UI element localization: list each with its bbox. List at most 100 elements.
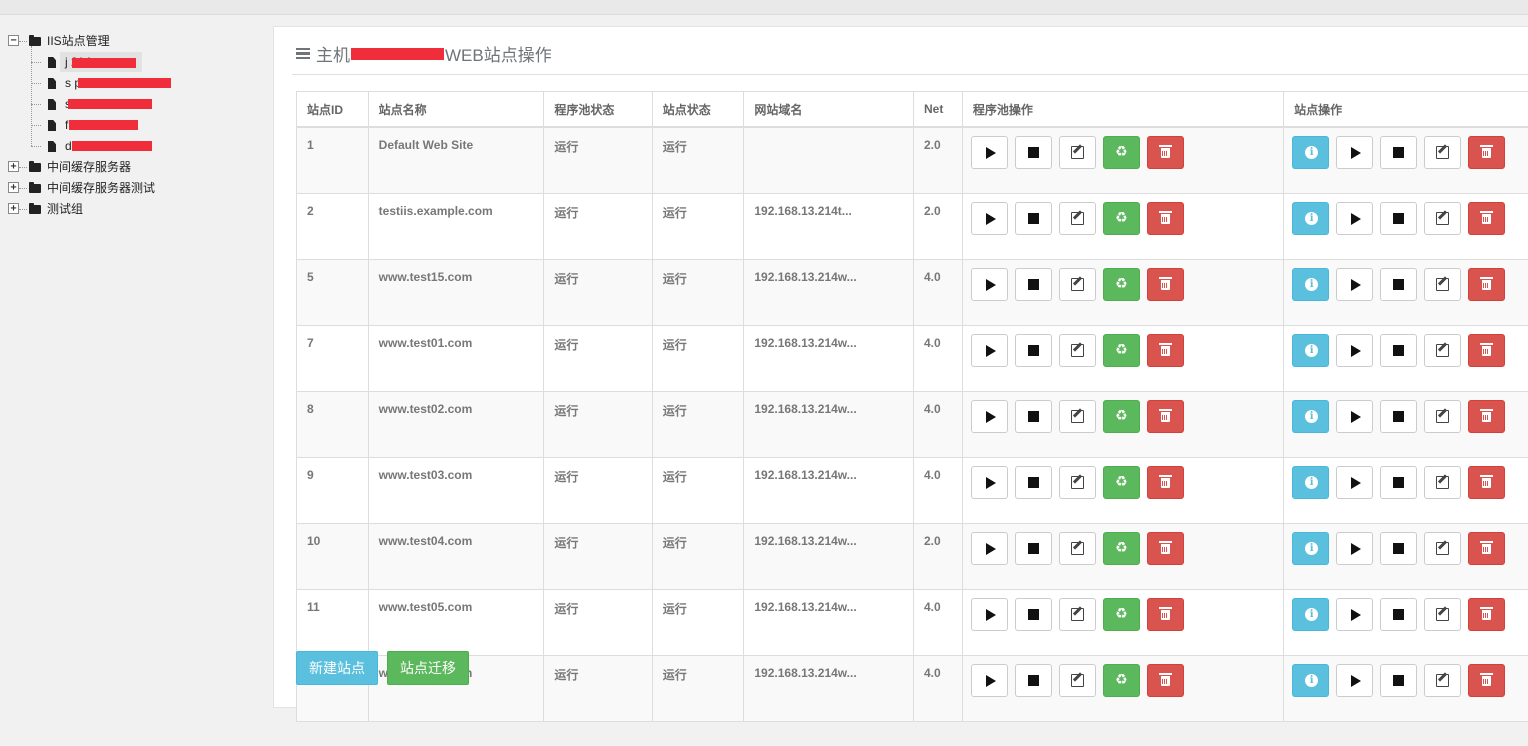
migrate-site-button[interactable]: 站点迁移 bbox=[387, 651, 469, 685]
pool-stop-button[interactable] bbox=[1014, 664, 1052, 697]
pool-start-button[interactable] bbox=[970, 334, 1008, 367]
site-stop-button[interactable] bbox=[1380, 202, 1418, 235]
site-start-button[interactable] bbox=[1336, 202, 1374, 235]
pool-edit-button[interactable] bbox=[1058, 400, 1096, 433]
site-start-button[interactable] bbox=[1336, 664, 1374, 697]
site-delete-button[interactable] bbox=[1468, 400, 1506, 433]
site-info-button[interactable]: i bbox=[1292, 664, 1330, 697]
tree-item-site[interactable]: f bbox=[65, 115, 68, 135]
site-stop-button[interactable] bbox=[1380, 466, 1418, 499]
pool-delete-button[interactable] bbox=[1146, 532, 1184, 565]
pool-delete-button[interactable] bbox=[1146, 466, 1184, 499]
pool-stop-button[interactable] bbox=[1014, 202, 1052, 235]
site-start-button[interactable] bbox=[1336, 598, 1374, 631]
pool-delete-button[interactable] bbox=[1146, 598, 1184, 631]
tree-group-label[interactable]: 中间缓存服务器 bbox=[47, 157, 131, 177]
site-stop-button[interactable] bbox=[1380, 598, 1418, 631]
pool-start-button[interactable] bbox=[970, 136, 1008, 169]
pool-start-button[interactable] bbox=[970, 268, 1008, 301]
site-start-button[interactable] bbox=[1336, 466, 1374, 499]
pool-recycle-pool-button[interactable]: ♻ bbox=[1102, 598, 1140, 631]
pool-edit-button[interactable] bbox=[1058, 598, 1096, 631]
pool-stop-button[interactable] bbox=[1014, 136, 1052, 169]
site-delete-button[interactable] bbox=[1468, 466, 1506, 499]
pool-recycle-pool-button[interactable]: ♻ bbox=[1102, 664, 1140, 697]
site-start-button[interactable] bbox=[1336, 268, 1374, 301]
pool-stop-button[interactable] bbox=[1014, 268, 1052, 301]
site-edit-button[interactable] bbox=[1424, 532, 1462, 565]
expand-toggle[interactable]: + bbox=[8, 203, 19, 214]
site-info-button[interactable]: i bbox=[1292, 532, 1330, 565]
pool-start-button[interactable] bbox=[970, 664, 1008, 697]
site-edit-button[interactable] bbox=[1424, 466, 1462, 499]
pool-start-button[interactable] bbox=[970, 598, 1008, 631]
site-info-button[interactable]: i bbox=[1292, 334, 1330, 367]
site-start-button[interactable] bbox=[1336, 532, 1374, 565]
pool-stop-button[interactable] bbox=[1014, 400, 1052, 433]
site-info-button[interactable]: i bbox=[1292, 400, 1330, 433]
pool-delete-button[interactable] bbox=[1146, 202, 1184, 235]
pool-edit-button[interactable] bbox=[1058, 202, 1096, 235]
pool-edit-button[interactable] bbox=[1058, 334, 1096, 367]
site-delete-button[interactable] bbox=[1468, 202, 1506, 235]
site-delete-button[interactable] bbox=[1468, 268, 1506, 301]
pool-edit-button[interactable] bbox=[1058, 268, 1096, 301]
expand-toggle[interactable]: + bbox=[8, 182, 19, 193]
pool-recycle-pool-button[interactable]: ♻ bbox=[1102, 202, 1140, 235]
tree-group-label[interactable]: 中间缓存服务器测试 bbox=[47, 178, 155, 198]
site-start-button[interactable] bbox=[1336, 136, 1374, 169]
site-info-button[interactable]: i bbox=[1292, 268, 1330, 301]
site-delete-button[interactable] bbox=[1468, 598, 1506, 631]
site-info-button[interactable]: i bbox=[1292, 136, 1330, 169]
site-stop-button[interactable] bbox=[1380, 400, 1418, 433]
pool-edit-button[interactable] bbox=[1058, 136, 1096, 169]
pool-start-button[interactable] bbox=[970, 532, 1008, 565]
pool-delete-button[interactable] bbox=[1146, 268, 1184, 301]
pool-recycle-pool-button[interactable]: ♻ bbox=[1102, 136, 1140, 169]
pool-start-button[interactable] bbox=[970, 400, 1008, 433]
site-edit-button[interactable] bbox=[1424, 202, 1462, 235]
pool-stop-button[interactable] bbox=[1014, 598, 1052, 631]
site-edit-button[interactable] bbox=[1424, 136, 1462, 169]
site-edit-button[interactable] bbox=[1424, 334, 1462, 367]
site-stop-button[interactable] bbox=[1380, 268, 1418, 301]
tree-group-label[interactable]: 测试组 bbox=[47, 199, 83, 219]
site-start-button[interactable] bbox=[1336, 400, 1374, 433]
pool-delete-button[interactable] bbox=[1146, 136, 1184, 169]
site-edit-button[interactable] bbox=[1424, 664, 1462, 697]
pool-recycle-pool-button[interactable]: ♻ bbox=[1102, 400, 1140, 433]
site-stop-button[interactable] bbox=[1380, 136, 1418, 169]
pool-stop-button[interactable] bbox=[1014, 532, 1052, 565]
site-delete-button[interactable] bbox=[1468, 664, 1506, 697]
pool-recycle-pool-button[interactable]: ♻ bbox=[1102, 334, 1140, 367]
site-edit-button[interactable] bbox=[1424, 268, 1462, 301]
site-delete-button[interactable] bbox=[1468, 334, 1506, 367]
pool-start-button[interactable] bbox=[970, 466, 1008, 499]
pool-start-button[interactable] bbox=[970, 202, 1008, 235]
expand-toggle[interactable]: + bbox=[8, 161, 19, 172]
site-delete-button[interactable] bbox=[1468, 532, 1506, 565]
collapse-toggle[interactable]: − bbox=[8, 35, 19, 46]
pool-delete-button[interactable] bbox=[1146, 334, 1184, 367]
pool-delete-button[interactable] bbox=[1146, 664, 1184, 697]
pool-edit-button[interactable] bbox=[1058, 466, 1096, 499]
site-stop-button[interactable] bbox=[1380, 532, 1418, 565]
pool-edit-button[interactable] bbox=[1058, 532, 1096, 565]
pool-recycle-pool-button[interactable]: ♻ bbox=[1102, 268, 1140, 301]
pool-stop-button[interactable] bbox=[1014, 466, 1052, 499]
site-edit-button[interactable] bbox=[1424, 400, 1462, 433]
pool-recycle-pool-button[interactable]: ♻ bbox=[1102, 532, 1140, 565]
site-info-button[interactable]: i bbox=[1292, 202, 1330, 235]
pool-delete-button[interactable] bbox=[1146, 400, 1184, 433]
pool-recycle-pool-button[interactable]: ♻ bbox=[1102, 466, 1140, 499]
site-start-button[interactable] bbox=[1336, 334, 1374, 367]
pool-edit-button[interactable] bbox=[1058, 664, 1096, 697]
tree-root-label[interactable]: IIS站点管理 bbox=[47, 31, 110, 51]
site-stop-button[interactable] bbox=[1380, 664, 1418, 697]
site-stop-button[interactable] bbox=[1380, 334, 1418, 367]
site-info-button[interactable]: i bbox=[1292, 466, 1330, 499]
site-delete-button[interactable] bbox=[1468, 136, 1506, 169]
new-site-button[interactable]: 新建站点 bbox=[296, 651, 378, 685]
site-info-button[interactable]: i bbox=[1292, 598, 1330, 631]
site-edit-button[interactable] bbox=[1424, 598, 1462, 631]
